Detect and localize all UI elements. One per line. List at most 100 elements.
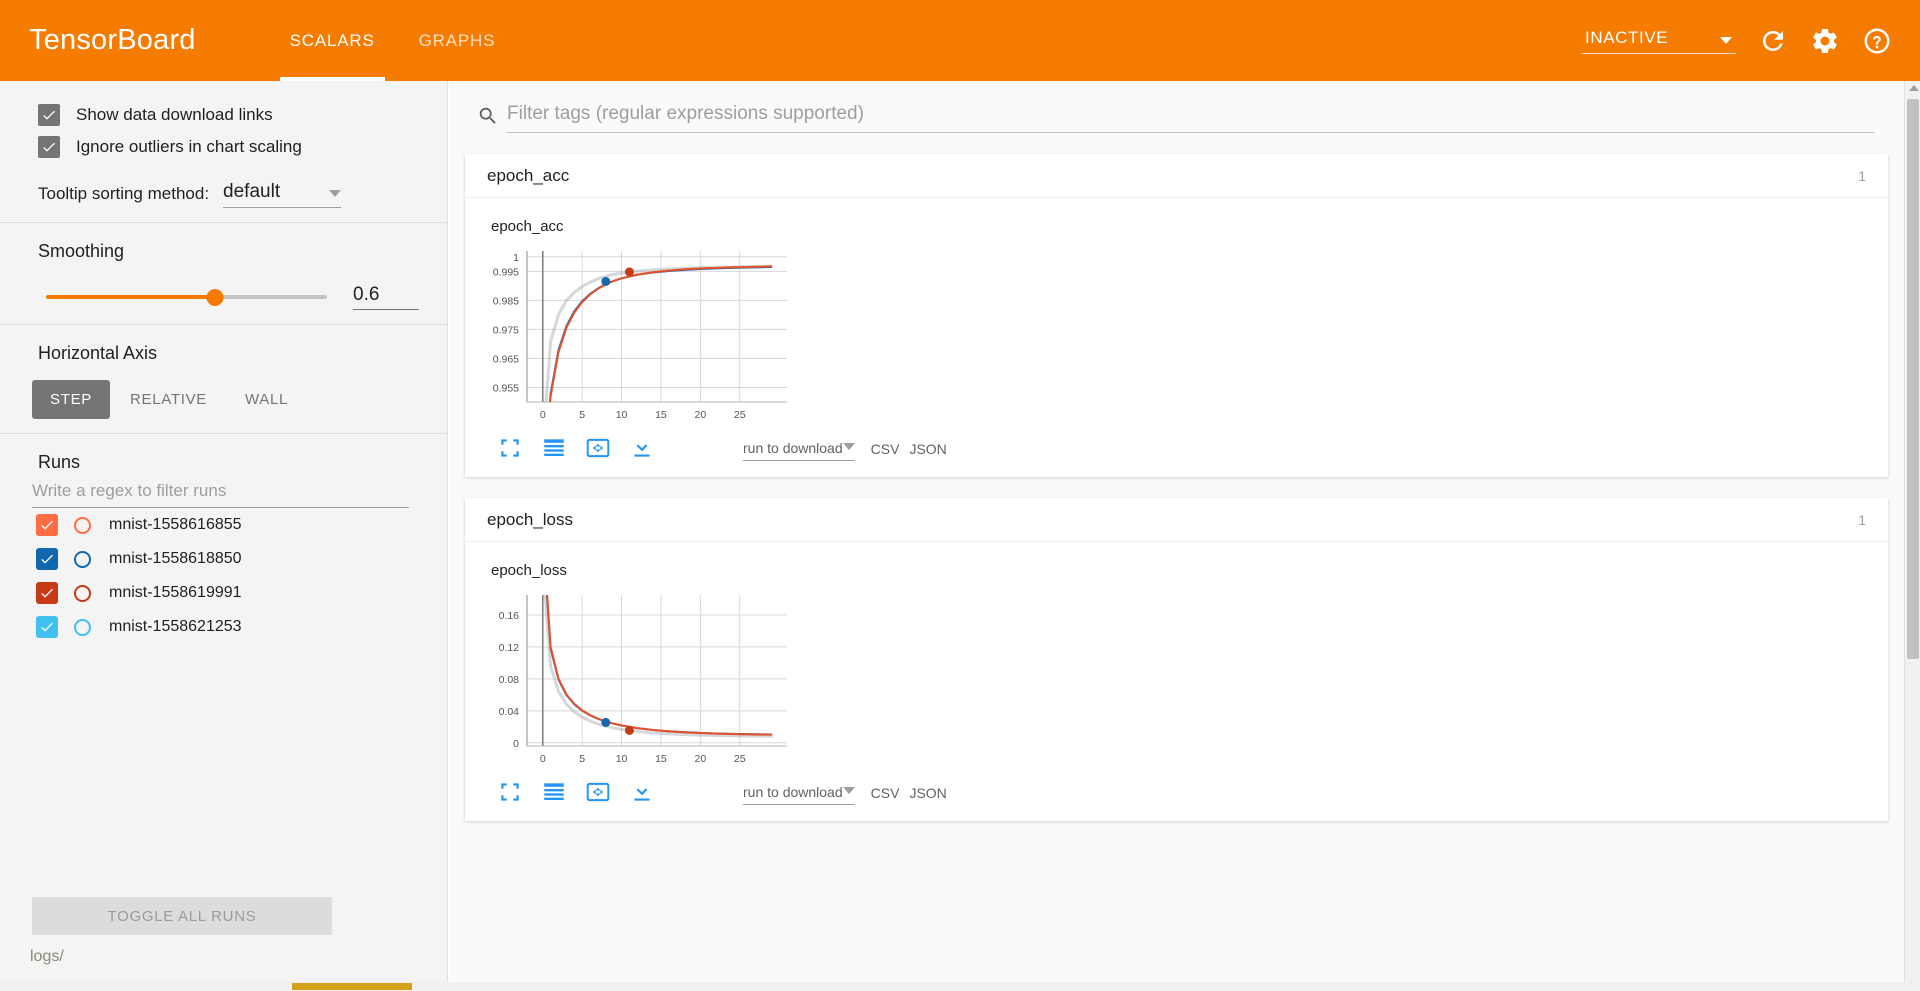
brand-logo: TensorBoard <box>29 24 196 56</box>
download-links: CSV JSON <box>871 785 947 805</box>
run-to-download-value: run to download <box>743 784 843 800</box>
run-name: mnist-1558621253 <box>109 618 242 635</box>
chevron-down-icon <box>842 443 855 450</box>
axis-button-step[interactable]: STEP <box>32 380 110 419</box>
download-csv-link[interactable]: CSV <box>871 785 900 801</box>
svg-text:0.965: 0.965 <box>493 353 519 365</box>
smoothing-slider[interactable] <box>46 287 327 307</box>
checkbox-ignore-outliers-label: Ignore outliers in chart scaling <box>76 137 302 156</box>
tab-graphs[interactable]: GRAPHS <box>397 0 518 81</box>
svg-text:10: 10 <box>616 409 628 421</box>
svg-text:0.04: 0.04 <box>499 706 520 718</box>
horizontal-axis-buttons: STEP RELATIVE WALL <box>0 364 447 419</box>
horizontal-axis-section: Horizontal Axis STEP RELATIVE WALL <box>0 325 447 433</box>
scroll-up-arrow-icon[interactable] <box>1909 85 1919 91</box>
run-item[interactable]: mnist-1558618850 <box>0 542 447 576</box>
tag-filter-input[interactable]: Filter tags (regular expressions support… <box>507 103 1874 133</box>
svg-text:15: 15 <box>655 753 667 765</box>
download-csv-link[interactable]: CSV <box>871 441 900 457</box>
chart-plot[interactable]: 0.9550.9650.9750.9850.99510 5 10 15 20 25 <box>465 241 801 426</box>
run-status-label: INACTIVE <box>1585 27 1669 47</box>
nav-tabs: SCALARS GRAPHS <box>268 0 518 81</box>
run-to-download-select[interactable]: run to download <box>743 440 855 461</box>
download-icon[interactable] <box>629 779 655 805</box>
run-item[interactable]: mnist-1558616855 <box>0 508 447 542</box>
svg-text:0: 0 <box>513 738 519 750</box>
smoothing-control: 0.6 <box>0 262 447 310</box>
chart-card-header[interactable]: epoch_loss 1 <box>465 498 1888 542</box>
main-content: Filter tags (regular expressions support… <box>449 81 1904 991</box>
refresh-icon[interactable] <box>1758 26 1788 56</box>
svg-text:0.08: 0.08 <box>499 674 520 686</box>
svg-text:1: 1 <box>513 252 519 264</box>
slider-thumb[interactable] <box>206 288 224 306</box>
run-color-swatch-icon[interactable] <box>74 584 91 602</box>
run-checkbox[interactable] <box>36 582 58 604</box>
run-status-dropdown[interactable]: INACTIVE <box>1581 28 1736 54</box>
chart-toolbar: run to download CSV JSON <box>465 431 1888 471</box>
svg-text:20: 20 <box>694 409 706 421</box>
smoothing-section: Smoothing 0.6 <box>0 223 447 324</box>
checkbox-ignore-outliers[interactable]: Ignore outliers in chart scaling <box>0 131 447 163</box>
run-color-swatch-icon[interactable] <box>74 516 91 534</box>
help-icon[interactable] <box>1862 26 1892 56</box>
chart-card: epoch_acc 1 epoch_acc 0.955 0.965 0.975 0.985 0… <box>465 154 1888 477</box>
smoothing-value-input[interactable]: 0.6 <box>353 284 419 310</box>
svg-text:0.985: 0.985 <box>493 295 519 307</box>
runs-title: Runs <box>38 452 81 472</box>
download-json-link[interactable]: JSON <box>909 441 946 457</box>
run-color-swatch-icon[interactable] <box>74 618 91 636</box>
run-checkbox[interactable] <box>36 616 58 638</box>
run-name: mnist-1558616855 <box>109 516 242 533</box>
checkbox-show-data-download-links-label: Show data download links <box>76 105 273 124</box>
data-table-icon[interactable] <box>541 435 567 461</box>
gear-icon[interactable] <box>1810 26 1840 56</box>
toggle-all-runs-button[interactable]: TOGGLE ALL RUNS <box>32 897 332 935</box>
horizontal-scrollbar[interactable] <box>0 982 1920 991</box>
chart-card-title: epoch_loss <box>487 509 574 529</box>
run-color-swatch-icon[interactable] <box>74 550 91 568</box>
vertical-scrollbar-thumb[interactable] <box>1907 99 1919 659</box>
svg-text:0.955: 0.955 <box>493 382 519 394</box>
chart-title: epoch_loss <box>491 562 567 579</box>
logdir-path: logs/ <box>30 948 64 965</box>
chart-plot[interactable]: 0 0.04 0.08 0.12 0.16 0 5 10 15 20 25 <box>465 585 801 770</box>
horizontal-scrollbar-thumb[interactable] <box>292 983 412 990</box>
run-item[interactable]: mnist-1558621253 <box>0 610 447 644</box>
vertical-scrollbar[interactable] <box>1904 81 1920 991</box>
chevron-down-icon <box>1720 36 1732 44</box>
runs-filter-input[interactable]: Write a regex to filter runs <box>32 481 409 508</box>
chart-container: 0.955 0.965 0.975 0.985 0.995 1 0 5 10 15 20 25 <box>465 241 1888 431</box>
chart-card-header[interactable]: epoch_acc 1 <box>465 154 1888 198</box>
svg-text:0.995: 0.995 <box>493 266 519 278</box>
tag-filter-bar: Filter tags (regular expressions support… <box>449 81 1904 133</box>
run-checkbox[interactable] <box>36 514 58 536</box>
axis-button-wall[interactable]: WALL <box>227 380 306 419</box>
svg-text:5: 5 <box>579 409 585 421</box>
run-checkbox[interactable] <box>36 548 58 570</box>
top-app-bar: TensorBoard SCALARS GRAPHS INACTIVE <box>0 0 1920 81</box>
tooltip-sorting-row: Tooltip sorting method: default <box>0 163 447 208</box>
tooltip-sorting-select[interactable]: default <box>223 181 342 208</box>
chevron-down-icon <box>329 190 342 197</box>
download-json-link[interactable]: JSON <box>909 785 946 801</box>
chart-card: epoch_loss 1 epoch_loss 0 0.04 0.08 0.12 0.16 0 5… <box>465 498 1888 821</box>
chart-card-title: epoch_acc <box>487 165 570 185</box>
fullscreen-icon[interactable] <box>497 435 523 461</box>
fit-domain-icon[interactable] <box>585 435 611 461</box>
run-to-download-select[interactable]: run to download <box>743 784 855 805</box>
data-point-marker <box>624 267 634 277</box>
tab-scalars[interactable]: SCALARS <box>268 0 397 81</box>
search-icon <box>479 107 496 124</box>
runs-section: Runs Write a regex to filter runs mnist-… <box>0 434 447 658</box>
fullscreen-icon[interactable] <box>497 779 523 805</box>
sidebar-options-section: Show data download links Ignore outliers… <box>0 81 447 222</box>
data-table-icon[interactable] <box>541 779 567 805</box>
checkbox-show-data-download-links[interactable]: Show data download links <box>0 99 447 131</box>
download-icon[interactable] <box>629 435 655 461</box>
chart-card-body: epoch_acc 0.955 0.965 0.975 0.985 0.995 1 0 5 10 1… <box>465 198 1888 477</box>
run-item[interactable]: mnist-1558619991 <box>0 576 447 610</box>
runs-list: mnist-1558616855 mnist-1558618850 mnist-15… <box>0 508 447 644</box>
axis-button-relative[interactable]: RELATIVE <box>112 380 225 419</box>
fit-domain-icon[interactable] <box>585 779 611 805</box>
